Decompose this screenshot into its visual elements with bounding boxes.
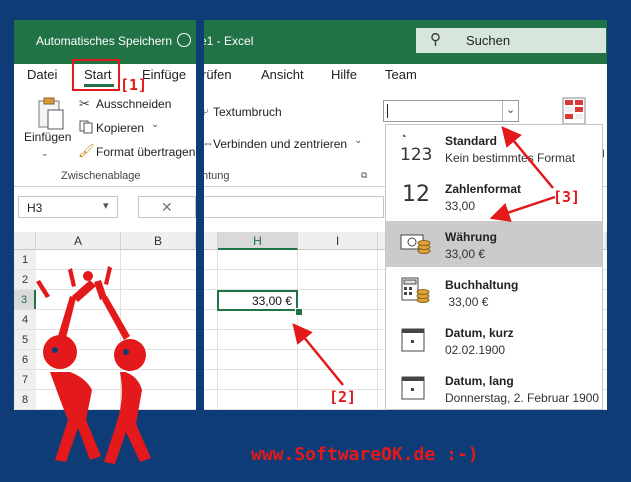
dancing-figures-logo — [36, 266, 151, 464]
arrow-to-waehrung — [489, 195, 556, 222]
annotation-marker-3: [3] — [553, 188, 581, 206]
arrow-to-format-box — [501, 126, 554, 189]
watermark-text: www.SoftwareOK.de :-) — [251, 444, 479, 465]
annotation-arrows — [36, 126, 556, 464]
annotation-marker-2: [2] — [329, 388, 357, 406]
arrow-to-cell — [292, 323, 344, 386]
annotation-marker-1: [1] — [120, 76, 148, 94]
